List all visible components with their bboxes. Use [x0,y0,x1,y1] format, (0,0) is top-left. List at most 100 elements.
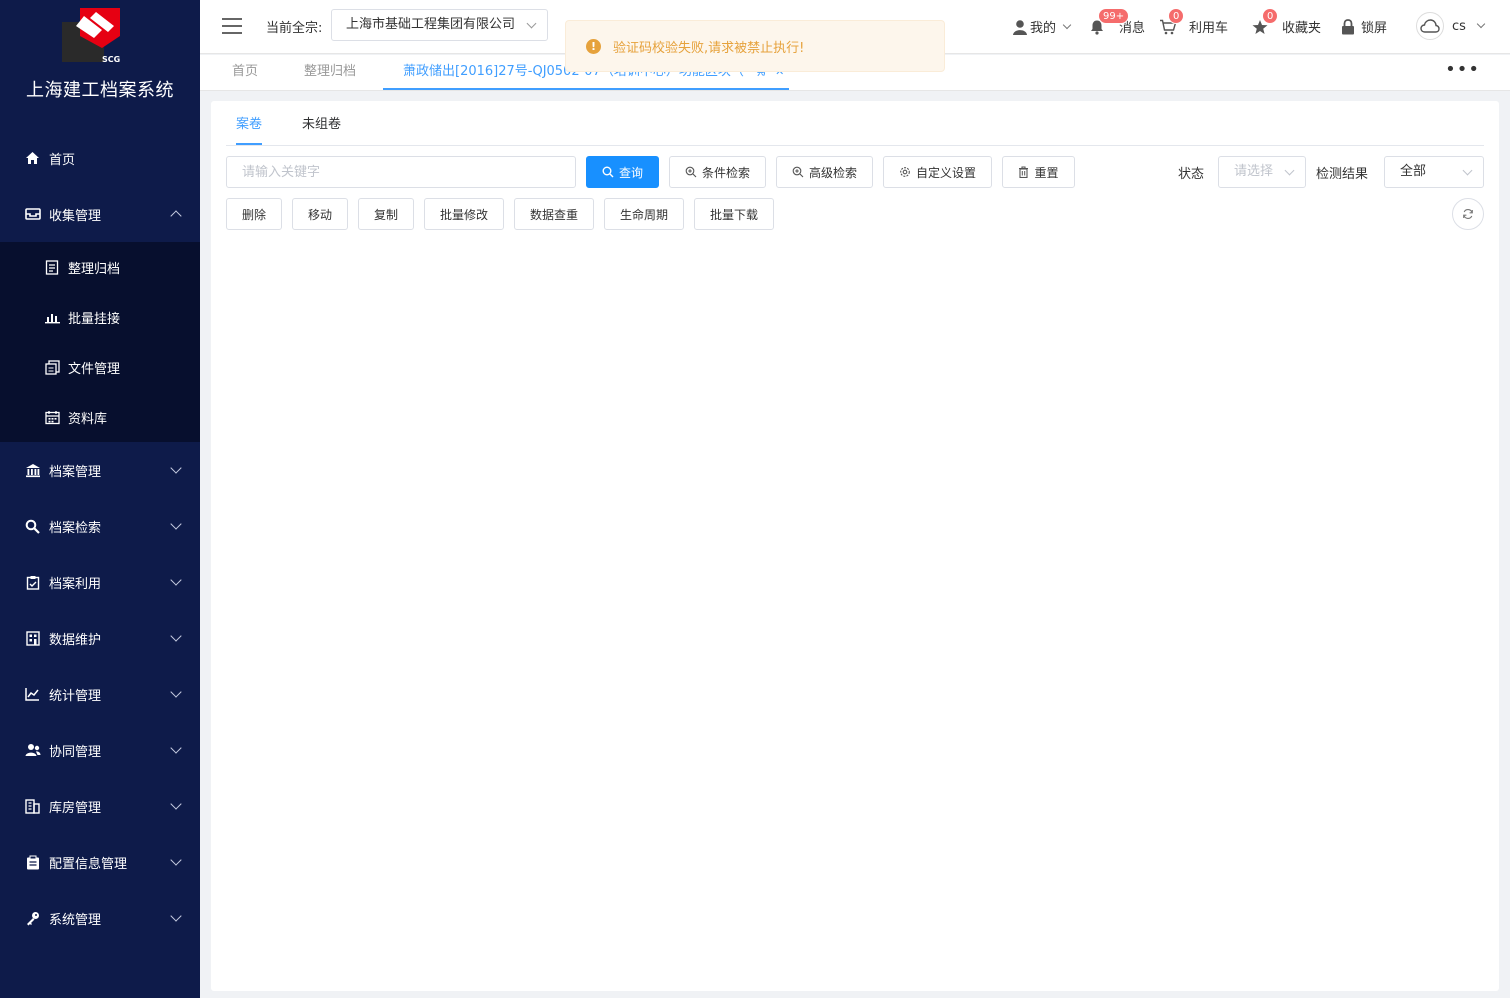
copy-button[interactable]: 复制 [358,198,414,230]
sidebar-item-system[interactable]: 系统管理 [0,890,200,946]
hamburger-menu-icon[interactable] [222,18,242,34]
move-label: 移动 [307,207,332,222]
sidebar-item-archive-management[interactable]: 档案管理 [0,442,200,498]
lock-label: 锁屏 [1361,21,1388,36]
batch-edit-button[interactable]: 批量修改 [424,198,504,230]
tab-ungrouped[interactable]: 未组卷 [302,101,341,146]
user-menu[interactable]: cs [1416,12,1486,40]
reset-button[interactable]: 重置 [1002,156,1075,188]
sidebar-item-label: 整理归档 [68,261,121,277]
refresh-button[interactable] [1452,198,1484,230]
data-dedupe-button[interactable]: 数据查重 [514,198,594,230]
condition-search-label: 条件检索 [701,165,750,180]
warehouse-icon [24,798,41,815]
logo-mark: SCG [102,55,120,64]
reset-label: 重置 [1034,165,1059,180]
chevron-down-icon [170,630,182,642]
lock-icon [1342,18,1354,34]
refresh-icon [1463,209,1473,219]
chevron-down-icon [170,574,182,586]
clipboard-icon [24,854,41,871]
tag-home[interactable]: 首页 [232,55,258,90]
main-card: 案卷 未组卷 查询 条件检索 高级检索 自定义设置 重置 [211,101,1499,991]
sidebar-item-organize-archive[interactable]: 整理归档 [0,242,200,292]
user-icon [1013,19,1027,35]
sidebar-item-config-info[interactable]: 配置信息管理 [0,834,200,890]
advanced-search-button[interactable]: 高级检索 [776,156,873,188]
tab-volume[interactable]: 案卷 [236,101,262,146]
status-select[interactable]: 请选择 [1218,156,1306,188]
copy-label: 复制 [373,207,398,222]
clipboard-check-icon [24,574,41,591]
custom-settings-button[interactable]: 自定义设置 [883,156,992,188]
delete-button[interactable]: 删除 [226,198,282,230]
lock-screen-button[interactable]: 锁屏 [1341,17,1387,36]
cart-label: 利用车 [1189,21,1229,36]
query-button[interactable]: 查询 [586,156,659,188]
sidebar-item-label: 库房管理 [49,800,102,816]
sidebar-item-label: 数据维护 [49,632,102,648]
sidebar-item-statistics[interactable]: 统计管理 [0,666,200,722]
condition-search-button[interactable]: 条件检索 [669,156,766,188]
chevron-down-icon [526,18,537,29]
chevron-down-icon [170,742,182,754]
fonds-label: 当前全宗: [266,21,323,36]
data-dedupe-label: 数据查重 [529,207,578,222]
avatar [1416,12,1444,40]
tab-label: 未组卷 [302,117,342,132]
sidebar-item-label: 统计管理 [49,688,102,704]
company-logo: SCG [62,8,120,64]
user-name: cs [1452,18,1466,34]
lifecycle-button[interactable]: 生命周期 [604,198,684,230]
chevron-down-icon [1476,19,1486,29]
inbox-icon [24,206,41,223]
advanced-search-label: 高级检索 [808,165,857,180]
chevron-down-icon [170,518,182,530]
detect-result-value: 全部 [1400,164,1427,179]
home-icon [24,150,41,167]
tab-label: 案卷 [236,117,263,132]
my-menu[interactable]: 我的 [1012,17,1072,36]
keyword-search-input[interactable] [226,156,576,188]
sidebar-item-warehouse[interactable]: 库房管理 [0,778,200,834]
chevron-down-icon [170,798,182,810]
sidebar-item-label: 档案管理 [49,464,102,480]
sidebar-item-home[interactable]: 首页 [0,130,200,186]
tag-organize-archive[interactable]: 整理归档 [304,55,356,90]
files-icon [44,359,60,375]
key-icon [24,910,41,927]
sidebar-item-collection[interactable]: 收集管理 [0,186,200,242]
toast-message: 验证码校验失败,请求被禁止执行! [613,40,805,56]
sidebar-item-batch-attach[interactable]: 批量挂接 [0,292,200,342]
more-options-icon[interactable]: ••• [1445,61,1480,79]
sidebar-item-collaboration[interactable]: 协同管理 [0,722,200,778]
sidebar-item-data-maintenance[interactable]: 数据维护 [0,610,200,666]
fonds-select-value: 上海市基础工程集团有限公司 [346,17,516,32]
status-label: 状态 [1178,167,1205,182]
query-button-label: 查询 [618,165,643,180]
batch-edit-label: 批量修改 [439,207,488,222]
detect-result-select[interactable]: 全部 [1384,156,1484,188]
sidebar-item-label: 文件管理 [68,361,121,377]
sidebar-item-label: 收集管理 [49,208,102,224]
fonds-select[interactable]: 上海市基础工程集团有限公司 [331,9,548,41]
sidebar-menu: 首页 收集管理 整理归档 批量挂接 文件管理 资料库 档案管理 档案检索 档案利… [0,130,200,946]
sidebar-item-file-management[interactable]: 文件管理 [0,342,200,392]
lifecycle-label: 生命周期 [619,207,668,222]
warning-toast: ! 验证码校验失败,请求被禁止执行! [565,20,945,72]
app-title: 上海建工档案系统 [26,80,174,101]
move-button[interactable]: 移动 [292,198,348,230]
my-label: 我的 [1030,21,1057,36]
batch-download-button[interactable]: 批量下载 [694,198,774,230]
sidebar-item-library[interactable]: 资料库 [0,392,200,442]
zoom-in-icon [792,166,804,178]
chevron-up-icon [170,210,182,222]
sidebar-item-archive-use[interactable]: 档案利用 [0,554,200,610]
sidebar-item-archive-search[interactable]: 档案检索 [0,498,200,554]
sidebar-item-label: 首页 [49,152,76,168]
status-select-placeholder: 请选择 [1234,164,1274,179]
chevron-down-icon [1284,165,1295,176]
sidebar-item-label: 协同管理 [49,744,102,760]
logo-area: SCG 上海建工档案系统 [0,0,200,120]
trash-icon [1018,166,1029,178]
